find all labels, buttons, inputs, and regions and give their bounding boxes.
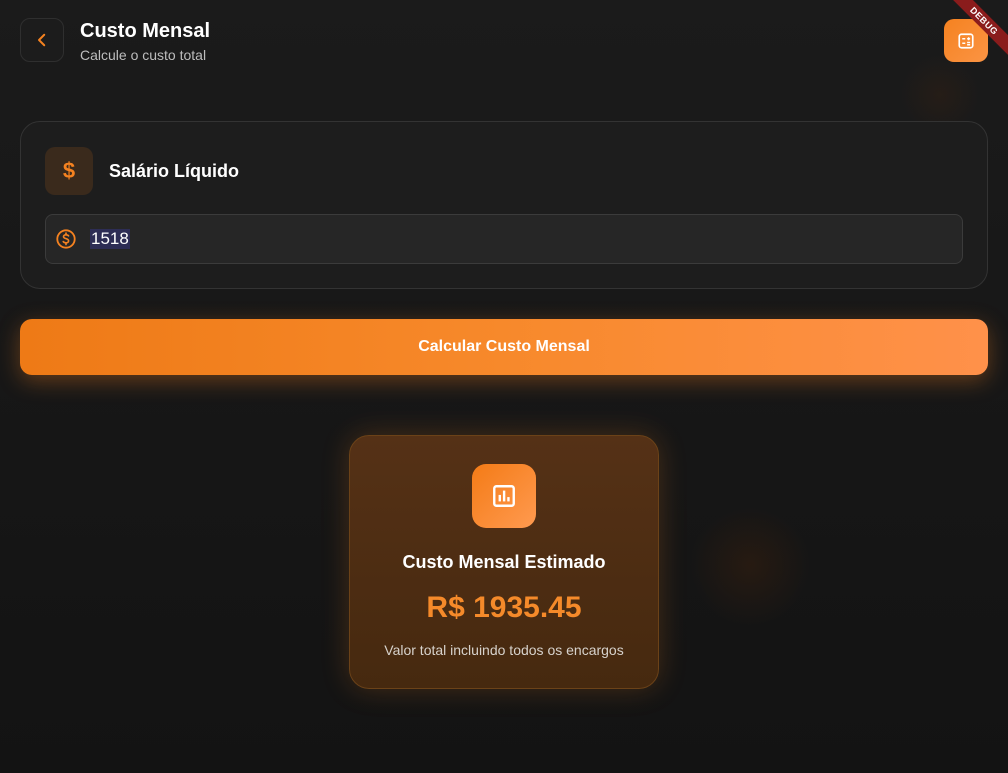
calculator-icon bbox=[958, 32, 974, 49]
back-button[interactable] bbox=[20, 18, 64, 62]
app-screen: Custo Mensal Calcule o custo total DEBUG… bbox=[0, 0, 1008, 773]
result-title: Custo Mensal Estimado bbox=[402, 552, 606, 572]
page-subtitle: Calcule o custo total bbox=[80, 47, 207, 63]
coin-dollar-icon bbox=[56, 229, 76, 249]
result-card: Custo Mensal Estimado R$ 1935.45 Valor t… bbox=[349, 435, 659, 689]
salary-card: $ Salário Líquido 1518 bbox=[20, 121, 988, 289]
result-icon-badge bbox=[472, 464, 536, 528]
bar-chart-icon bbox=[493, 485, 515, 507]
calculate-button[interactable]: Calcular Custo Mensal bbox=[20, 319, 988, 375]
page-title: Custo Mensal bbox=[80, 20, 211, 42]
result-value: R$ 1935.45 bbox=[426, 591, 582, 624]
chevron-left-icon bbox=[38, 33, 46, 47]
result-note: Valor total incluindo todos os encargos bbox=[384, 642, 624, 658]
salary-input-value: 1518 bbox=[90, 229, 130, 249]
salary-input[interactable]: 1518 bbox=[45, 214, 963, 264]
dollar-icon: $ bbox=[45, 147, 93, 195]
calculator-button[interactable] bbox=[944, 19, 988, 62]
salary-label: Salário Líquido bbox=[109, 161, 240, 181]
